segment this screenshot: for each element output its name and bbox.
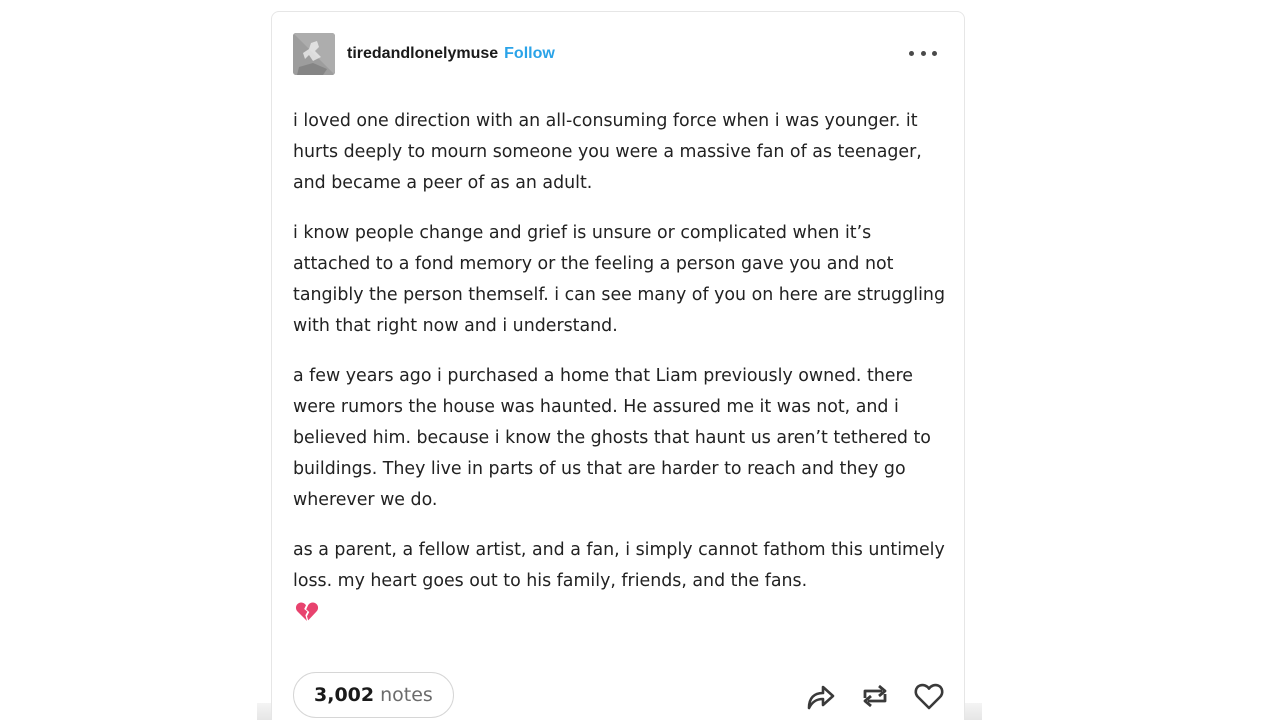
post-body: i loved one direction with an all-consum…: [293, 106, 953, 628]
heart-icon: [914, 683, 944, 710]
post-paragraph: as a parent, a fellow artist, and a fan,…: [293, 535, 953, 628]
reblog-icon: [863, 684, 887, 708]
notes-label: notes: [380, 684, 433, 706]
post-actions: [784, 680, 946, 712]
post-paragraph: a few years ago i purchased a home that …: [293, 366, 931, 510]
page: tiredandlonelymuse Follow i loved one di…: [0, 0, 1280, 720]
share-button[interactable]: [804, 680, 838, 712]
post-header: tiredandlonelymuse Follow: [293, 33, 943, 75]
post-paragraph-text: as a parent, a fellow artist, and a fan,…: [293, 540, 945, 591]
avatar-image: [293, 33, 335, 75]
avatar[interactable]: [293, 33, 335, 75]
post-paragraph: i loved one direction with an all-consum…: [293, 111, 922, 193]
post-author[interactable]: tiredandlonelymuse: [347, 45, 498, 63]
share-icon: [807, 685, 835, 710]
follow-button[interactable]: Follow: [504, 45, 555, 63]
broken-heart-emoji: [295, 602, 319, 621]
notes-count: 3,002: [314, 684, 375, 706]
more-dot: [932, 50, 937, 56]
reblog-button[interactable]: [858, 680, 892, 712]
more-options-icon[interactable]: [909, 43, 937, 63]
like-button[interactable]: [912, 680, 946, 712]
more-dot: [909, 50, 914, 56]
post-card: tiredandlonelymuse Follow i loved one di…: [271, 11, 965, 720]
post-paragraph: i know people change and grief is unsure…: [293, 223, 945, 336]
more-dot: [920, 50, 926, 56]
notes-button[interactable]: 3,002 notes: [293, 672, 454, 718]
